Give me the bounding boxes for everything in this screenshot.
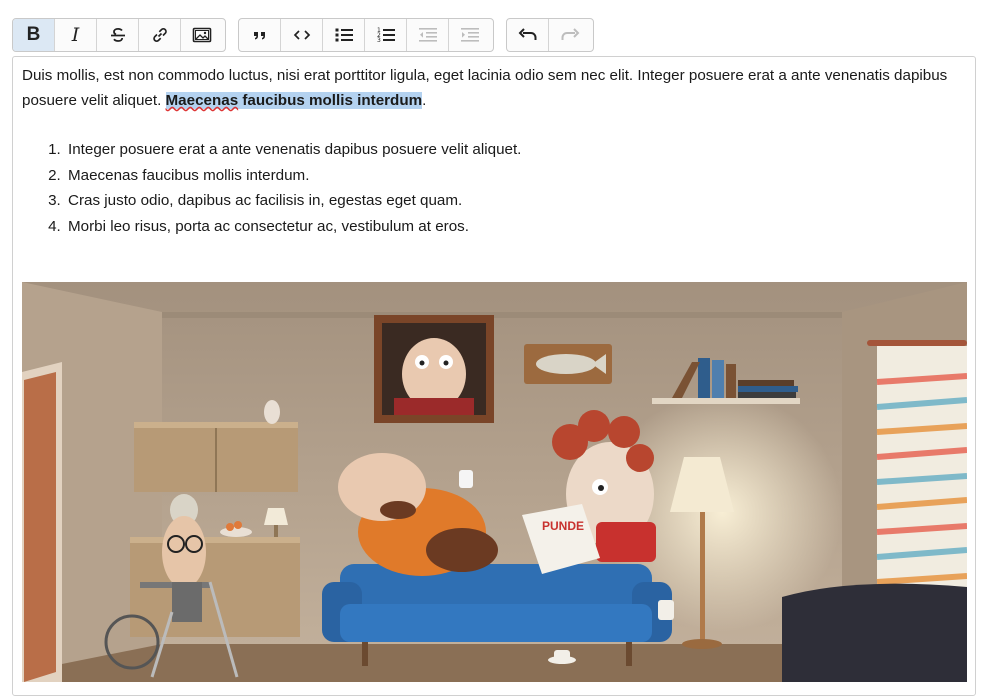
- quote-icon: [253, 32, 265, 40]
- spellcheck-word: Maecenas: [165, 92, 239, 109]
- indent-icon: [461, 28, 479, 42]
- history-group: [506, 18, 594, 52]
- paragraph-end: .: [422, 92, 427, 109]
- indent-button[interactable]: [449, 19, 491, 51]
- selected-text: Maecenas faucibus mollis interdum: [165, 92, 423, 109]
- svg-text:3: 3: [377, 37, 381, 44]
- editor-content-area[interactable]: Duis mollis, est non commodo luctus, nis…: [12, 56, 976, 696]
- strikethrough-icon: [110, 27, 125, 42]
- embedded-image[interactable]: PUNDE: [22, 282, 967, 682]
- bold-button[interactable]: B: [13, 19, 55, 51]
- formatting-group: B I: [12, 18, 226, 52]
- numbered-list-button[interactable]: 1 2 3: [365, 19, 407, 51]
- list-item: Cras justo odio, dapibus ac facilisis in…: [65, 188, 521, 214]
- code-button[interactable]: [281, 19, 323, 51]
- image-icon: [192, 27, 212, 43]
- paragraph-text: Duis mollis, est non commodo luctus, nis…: [22, 67, 948, 109]
- blockquote-button[interactable]: [239, 19, 281, 51]
- bullet-list-button[interactable]: [323, 19, 365, 51]
- bullet-list-icon: [335, 28, 353, 42]
- living-room-illustration: PUNDE: [22, 282, 967, 682]
- italic-icon: I: [71, 24, 80, 46]
- selected-text-rest: faucibus mollis interdum: [238, 92, 423, 109]
- editor-paragraph: Duis mollis, est non commodo luctus, nis…: [22, 63, 968, 113]
- undo-icon: [518, 28, 536, 40]
- block-group: 1 2 3: [238, 18, 494, 52]
- list-item: Maecenas faucibus mollis interdum.: [65, 163, 521, 189]
- link-icon: [152, 28, 167, 42]
- outdent-icon: [418, 28, 437, 42]
- redo-icon: [561, 28, 580, 40]
- outdent-button[interactable]: [407, 19, 449, 51]
- italic-button[interactable]: I: [55, 19, 97, 51]
- undo-button[interactable]: [507, 19, 549, 51]
- image-button[interactable]: [181, 19, 223, 51]
- numbered-list: Integer posuere erat a ante venenatis da…: [41, 137, 521, 239]
- code-icon: [293, 30, 310, 40]
- strikethrough-button[interactable]: [97, 19, 139, 51]
- list-item: Integer posuere erat a ante venenatis da…: [65, 137, 521, 163]
- list-item: Morbi leo risus, porta ac consectetur ac…: [65, 214, 521, 240]
- link-button[interactable]: [139, 19, 181, 51]
- magazine-title: PUNDE: [542, 519, 584, 533]
- numbered-list-icon: 1 2 3: [377, 27, 395, 44]
- bold-icon: B: [26, 24, 41, 45]
- redo-button[interactable]: [549, 19, 591, 51]
